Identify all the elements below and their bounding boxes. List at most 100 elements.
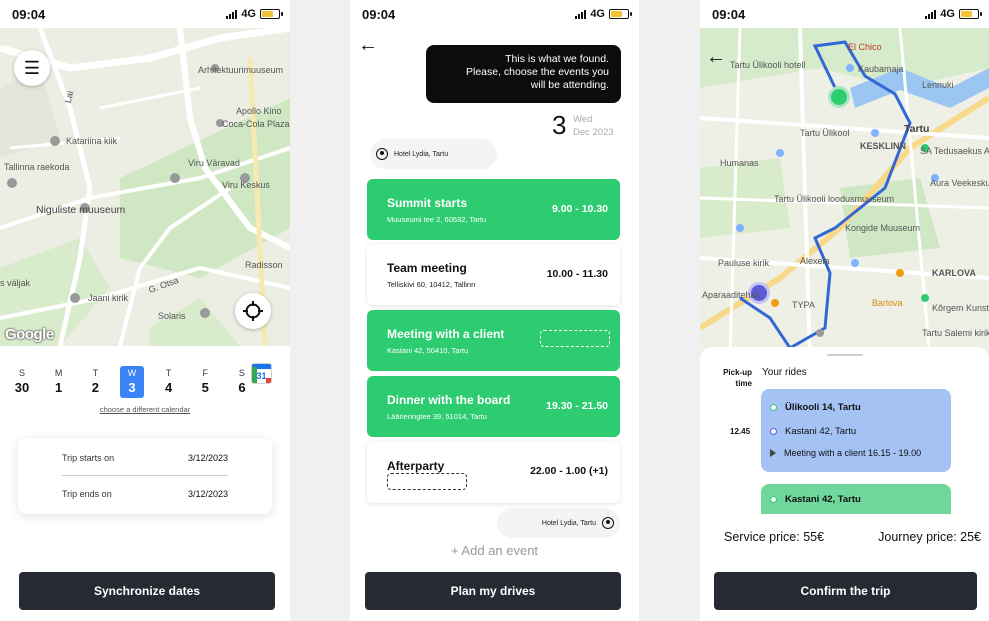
day-item[interactable]: S 30 [10,366,34,398]
rides-bottom-sheet: Pick-up time Your rides 12.45 Ülikooli 1… [700,347,989,527]
map-label: KARLOVA [932,268,976,278]
map-label: Tallinna raekoda [4,162,70,172]
event-title: Dinner with the board [387,393,511,407]
ride-card[interactable]: Kastani 42, Tartu [761,484,951,514]
event-card-selected[interactable]: Meeting with a client Kastani 42, 50410,… [367,310,620,371]
event-address: Lääneringtee 39, 51014, Tartu [387,412,487,421]
map-label: Tartu Salemi kirik [922,328,989,338]
day-item[interactable]: T4 [157,366,181,398]
signal-icon [575,9,587,19]
event-card-selected[interactable]: Dinner with the board Lääneringtee 39, 5… [367,376,620,437]
trip-end-label: Trip ends on [62,489,112,499]
map-label: Solaris [158,311,186,321]
route-map-view[interactable]: El Chico Tartu Ülikooli hotell Kaubamaja… [700,28,989,358]
date-details: Wed Dec 2023 [573,113,614,139]
event-address: Muuseumi tee 2, 60532, Tartu [387,215,487,224]
trip-end-value: 3/12/2023 [187,489,228,499]
trip-end-row[interactable]: Trip ends on 3/12/2023 [62,489,228,499]
signal-icon [925,9,937,19]
synchronize-dates-button[interactable]: Synchronize dates [19,572,275,610]
day-number: 4 [165,380,173,395]
day-name: S [238,368,245,378]
event-card[interactable]: Afterparty 22.00 - 1.00 (+1) [367,442,620,503]
back-arrow-icon[interactable]: ← [358,34,378,57]
map-label: Kõrgem Kunstikool Pallas [932,303,989,313]
status-bar: 09:04 4G [700,0,989,28]
map-label: Katariina kiik [66,136,118,146]
trip-confirmation-screen: 09:04 4G El Chico Tartu Ülikooli hotell … [700,0,989,621]
crosshair-icon [243,301,263,321]
event-address: Telliskivi 60, 10412, Tallinn [387,280,476,289]
google-logo: Google [5,326,54,343]
ride-origin-label: Kastani 42, Tartu [785,494,861,505]
map-label: Alexela [800,256,830,266]
day-name: W [127,368,137,378]
destination-dot-icon [770,428,777,435]
map-label: Niguliste muuseum [36,204,126,216]
sheet-handle[interactable] [827,354,863,356]
day-number: 5 [201,380,209,395]
day-item-selected[interactable]: W3 [119,366,144,398]
map-label: Kaubamaja [858,64,904,74]
day-item[interactable]: F5 [193,366,217,398]
day-number: 1 [55,380,63,395]
week-strip: S 30 M1 T2 W3 T4 F5 S6 [10,366,276,398]
event-time: 19.30 - 21.50 [546,400,608,412]
day-name: T [165,368,172,378]
events-selection-screen: 09:04 4G ← This is what we found. Please… [350,0,639,621]
map-label: Lennuki [922,80,954,90]
google-calendar-icon[interactable]: 31 [251,363,272,384]
event-card[interactable]: Team meeting Telliskivi 60, 10412, Talli… [367,244,620,305]
battery-icon [959,9,982,19]
hotel-label: Hotel Lydia, Tartu [394,150,449,158]
choose-calendar-link[interactable]: choose a different calendar [0,405,290,414]
day-item[interactable]: T2 [83,366,107,398]
bubble-line: Please, choose the events you [465,66,609,78]
day-item[interactable]: M1 [47,366,71,398]
map-label: Tartu Ülikool [800,128,850,138]
origin-dot-icon [770,404,777,411]
origin-dot-icon [770,496,777,503]
trip-dates-card: Trip starts on 3/12/2023 Trip ends on 3/… [18,438,272,514]
time-placeholder[interactable] [540,330,610,347]
trip-start-row[interactable]: Trip starts on 3/12/2023 [62,453,228,463]
day-name: S [18,368,25,378]
battery-icon [609,9,632,19]
locate-me-button[interactable] [235,293,271,329]
ride-origin: Kastani 42, Tartu [770,494,861,505]
bubble-line: will be attending. [530,79,609,91]
status-bar: 09:04 4G [350,0,639,28]
network-label: 4G [940,8,955,20]
start-pin-icon[interactable] [828,86,850,108]
calendar-sync-screen: 09:04 4G Arhitektuurimuuseum Apollo Kino… [0,0,290,621]
status-time: 09:04 [12,6,46,22]
status-time: 09:04 [712,6,746,22]
event-card-selected[interactable]: Summit starts Muuseumi tee 2, 60532, Tar… [367,179,620,240]
address-placeholder[interactable] [387,473,467,490]
bubble-line: This is what we found. [505,53,609,65]
map-label: Arhitektuurimuuseum [198,65,284,75]
ride-event-label: Meeting with a client 16.15 - 19.00 [784,448,922,458]
ride-card[interactable]: Ülikooli 14, Tartu Kastani 42, Tartu Mee… [761,389,951,472]
menu-button[interactable]: ☰ [14,50,50,86]
map-label: Tartu Ülikooli hotell [730,60,806,70]
ride-destination-label: Kastani 42, Tartu [785,426,857,437]
map-label: KESKLINN [860,141,907,151]
pickup-time-header: Pick-up time [723,368,752,388]
map-label: Aura Veekeskus [930,178,989,188]
gcal-number: 31 [256,371,267,381]
map-label: Pauluse kirik [718,258,770,268]
ride-origin: Ülikooli 14, Tartu [770,402,861,413]
confirm-trip-button[interactable]: Confirm the trip [714,572,977,610]
add-event-button[interactable]: + Add an event [350,543,639,558]
divider [62,475,228,476]
event-title: Summit starts [387,196,468,210]
event-time: 9.00 - 10.30 [551,203,608,215]
trip-start-label: Trip starts on [62,453,115,463]
pickup-time-value: 12.45 [730,427,751,436]
back-arrow-icon[interactable]: ← [706,46,726,69]
event-time: 22.00 - 1.00 (+1) [530,465,608,477]
map-label: Viru Keskus [222,180,270,190]
map-label: s väljak [0,278,31,288]
plan-drives-button[interactable]: Plan my drives [365,572,621,610]
